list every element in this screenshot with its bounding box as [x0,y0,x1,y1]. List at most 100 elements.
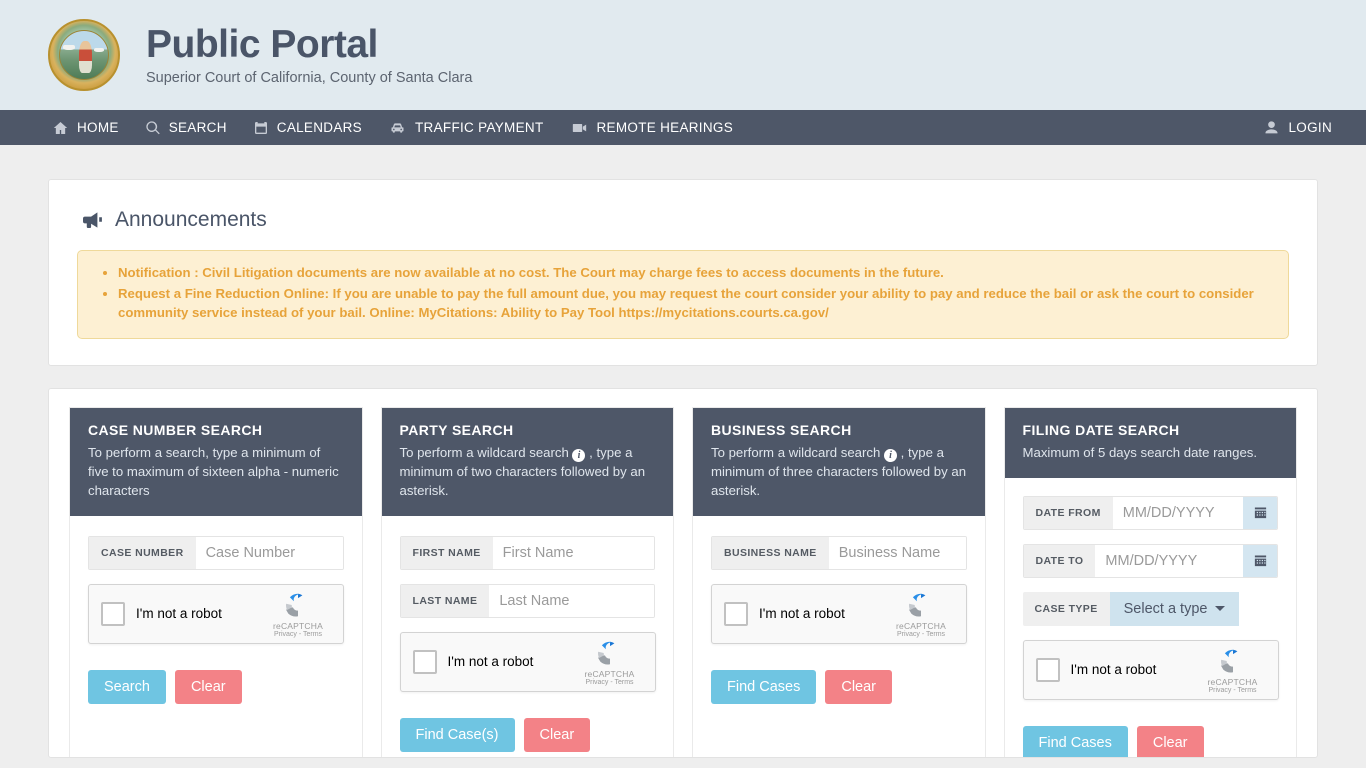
car-icon [388,120,407,136]
recaptcha-widget[interactable]: I'm not a robot reCAPTCHA Privacy - Term… [399,631,656,692]
santa-clara-court-seal [48,19,120,91]
panel-description: To perform a wildcard search i , type a … [400,443,656,500]
business-buttons: Find Cases Clear [711,669,967,704]
case-number-input-group: CASE NUMBER [88,535,344,570]
party-clear-button[interactable]: Clear [523,717,591,752]
date-from-input[interactable] [1112,496,1243,529]
panel-business-search: BUSINESS SEARCH To perform a wildcard se… [692,406,986,757]
chevron-down-icon [1215,606,1226,611]
panel-title: FILING DATE SEARCH [1022,421,1180,438]
date-to-input-group: DATE TO [1022,543,1278,578]
login-label: LOGIN [1288,120,1332,135]
panel-header: CASE NUMBER SEARCH To perform a search, … [70,407,362,516]
announcements-title: Announcements [115,208,267,231]
recaptcha-logo-icon [597,641,614,664]
calendar-icon [1254,507,1266,519]
date-to-calendar-button[interactable] [1243,544,1277,577]
panel-body: DATE FROM DATE TO CASE TYPE S [1005,478,1297,757]
recaptcha-checkbox[interactable] [1035,657,1060,682]
last-name-input[interactable] [489,584,654,617]
nav-item-remote-hearings[interactable]: REMOTE HEARINGS [570,120,734,136]
panel-body: CASE NUMBER I'm not a robot reCAPTCHA [70,516,362,720]
nav-item-calendars[interactable]: CALENDARS [253,120,362,136]
video-camera-icon [570,120,589,136]
date-from-calendar-button[interactable] [1243,496,1277,529]
recaptcha-checkbox[interactable] [412,649,437,674]
login-button[interactable]: LOGIN [1263,120,1332,136]
recaptcha-widget[interactable]: I'm not a robot reCAPTCHA Privacy - Term… [711,583,967,644]
party-buttons: Find Case(s) Clear [399,717,656,752]
recaptcha-label: I'm not a robot [759,606,845,621]
main-navbar: HOME SEARCH CALENDARS TRAFFIC PAYMENT RE [0,110,1366,145]
page-title: Public Portal [146,22,378,66]
recaptcha-brand: reCAPTCHA Privacy - Terms [265,590,331,638]
panel-header: FILING DATE SEARCH Maximum of 5 days sea… [1004,407,1296,478]
case-type-select[interactable]: Select a type [1109,591,1240,626]
nav-item-label: REMOTE HEARINGS [596,120,734,135]
case-number-search-button[interactable]: Search [88,669,166,704]
panel-title: CASE NUMBER SEARCH [88,421,263,438]
panel-description-before: To perform a wildcard search [399,444,569,460]
filing-date-find-cases-button[interactable]: Find Cases [1022,725,1128,757]
panel-description: To perform a wildcard search i , type a … [711,443,967,500]
recaptcha-label: I'm not a robot [1070,662,1157,677]
case-number-input[interactable] [195,536,343,569]
recaptcha-logo-icon [286,593,303,616]
info-icon[interactable]: i [883,448,897,462]
announcements-list: Notification : Civil Litigation document… [96,263,1270,323]
announcements-box: Notification : Civil Litigation document… [77,250,1289,339]
date-to-input[interactable] [1095,544,1243,577]
recaptcha-legal: Privacy - Terms [585,678,634,686]
panel-body: FIRST NAME LAST NAME I'm not a robot [382,516,674,757]
business-clear-button[interactable]: Clear [825,669,892,704]
recaptcha-brand-name: reCAPTCHA [273,620,323,631]
home-icon [52,120,69,136]
panel-description-before: To perform a wildcard search [711,444,881,460]
recaptcha-logo-icon [909,593,926,616]
page-subtitle: Superior Court of California, County of … [146,69,473,86]
announcement-item: Notification : Civil Litigation document… [118,263,1270,283]
panel-title: BUSINESS SEARCH [711,421,852,438]
info-icon[interactable]: i [572,448,586,462]
recaptcha-brand: reCAPTCHA Privacy - Terms [1200,646,1266,694]
recaptcha-brand: reCAPTCHA Privacy - Terms [888,590,954,638]
panel-header: BUSINESS SEARCH To perform a wildcard se… [693,407,985,516]
title-block: Public Portal Superior Court of Californ… [146,25,472,86]
party-find-cases-button[interactable]: Find Case(s) [399,717,515,752]
panel-body: BUSINESS NAME I'm not a robot reCAPTCHA [693,516,985,720]
nav-item-traffic-payment[interactable]: TRAFFIC PAYMENT [388,120,544,136]
recaptcha-widget[interactable]: I'm not a robot reCAPTCHA Privacy - Term… [88,583,344,644]
recaptcha-widget[interactable]: I'm not a robot reCAPTCHA Privacy - Term… [1022,639,1279,700]
case-number-buttons: Search Clear [88,669,344,704]
filing-date-clear-button[interactable]: Clear [1136,725,1204,757]
recaptcha-checkbox[interactable] [724,601,748,626]
recaptcha-label: I'm not a robot [136,606,222,621]
case-type-label: CASE TYPE [1022,591,1110,626]
nav-links: HOME SEARCH CALENDARS TRAFFIC PAYMENT RE [52,120,1263,136]
recaptcha-brand-name: reCAPTCHA [1207,676,1258,687]
business-find-cases-button[interactable]: Find Cases [711,669,817,704]
panel-case-number-search: CASE NUMBER SEARCH To perform a search, … [69,406,363,757]
search-icon [145,120,161,136]
panel-description: To perform a search, type a minimum of f… [88,444,339,498]
announcement-text: Request a Fine Reduction Online: If you … [118,285,1254,321]
first-name-input[interactable] [492,536,654,569]
business-name-input-group: BUSINESS NAME [711,535,967,570]
calendar-icon [1254,555,1266,567]
nav-item-label: SEARCH [168,120,227,135]
first-name-input-group: FIRST NAME [399,535,655,570]
user-icon [1263,120,1280,136]
nav-item-label: TRAFFIC PAYMENT [415,120,544,135]
calendar-icon [253,120,269,136]
announcements-header: Announcements [81,208,1295,232]
site-header: Public Portal Superior Court of Californ… [0,0,1366,110]
nav-item-label: HOME [77,120,119,135]
business-name-input[interactable] [828,536,966,569]
nav-item-home[interactable]: HOME [52,120,119,136]
recaptcha-checkbox[interactable] [101,601,125,626]
search-panels-card: CASE NUMBER SEARCH To perform a search, … [48,387,1318,758]
nav-item-search[interactable]: SEARCH [145,120,227,136]
recaptcha-legal: Privacy - Terms [1208,686,1257,694]
announcement-item: Request a Fine Reduction Online: If you … [118,284,1270,323]
case-number-clear-button[interactable]: Clear [174,669,242,704]
